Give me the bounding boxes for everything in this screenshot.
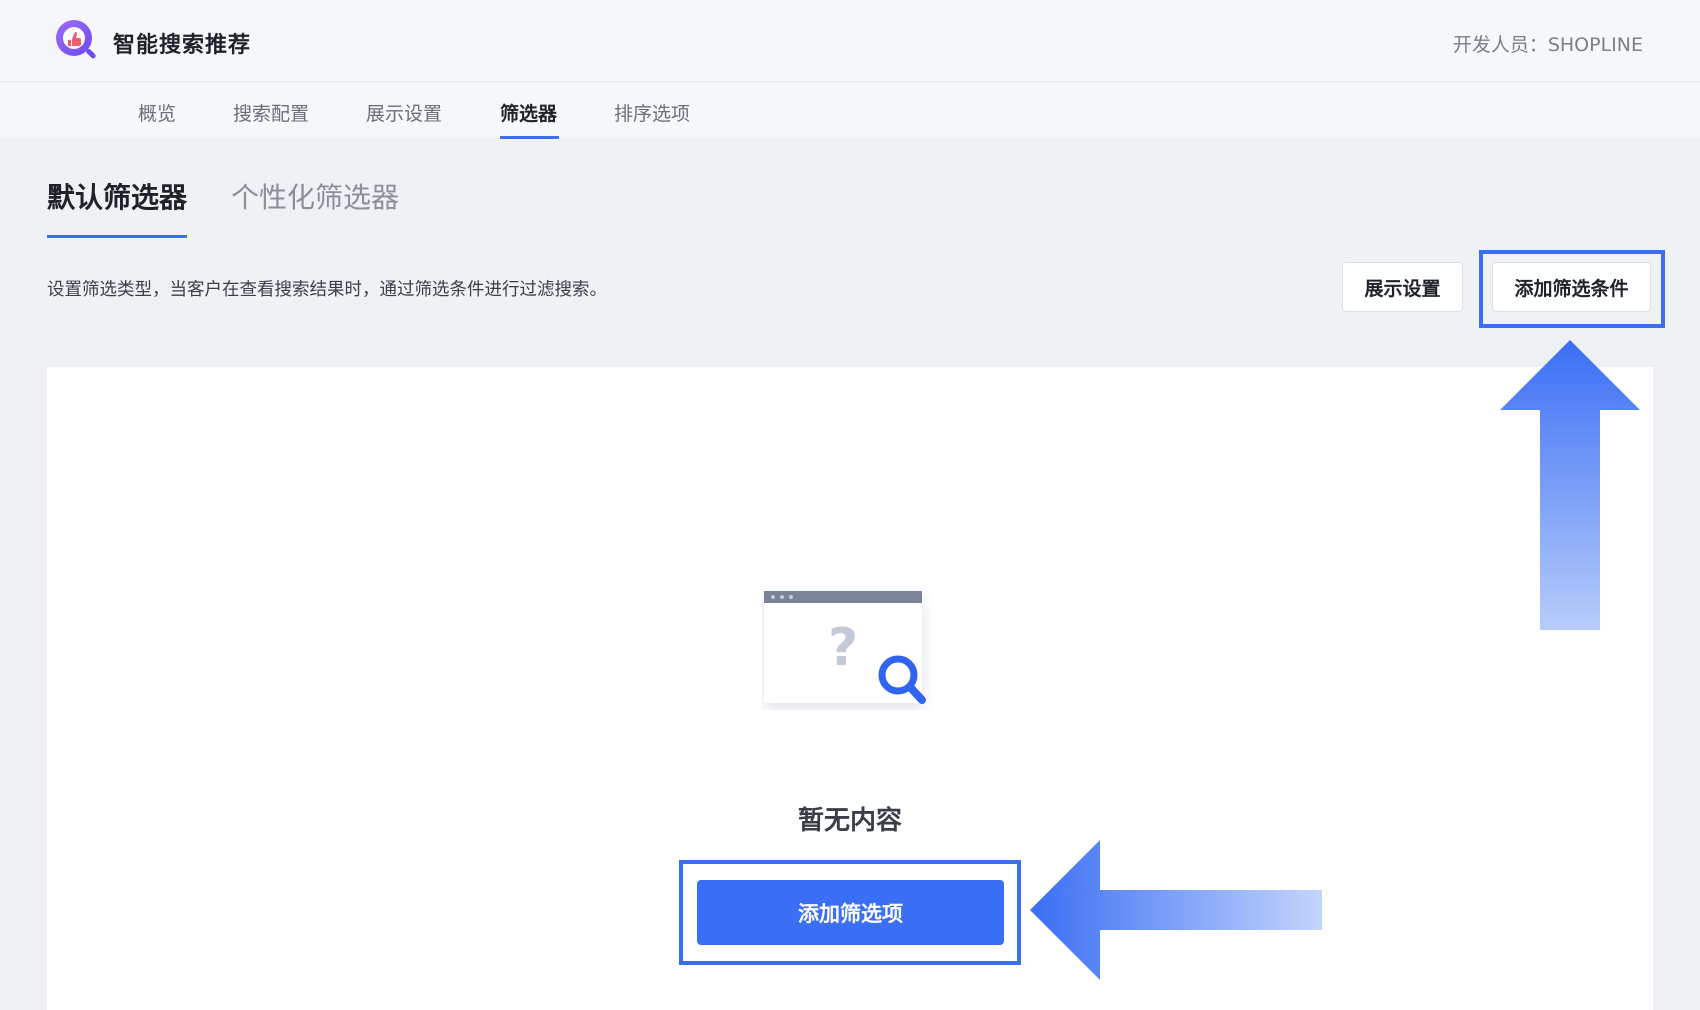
tab-sort-options[interactable]: 排序选项 xyxy=(614,99,690,126)
app-header: 智能搜索推荐 开发人员：SHOPLINE xyxy=(0,0,1700,82)
description-text: 设置筛选类型，当客户在查看搜索结果时，通过筛选条件进行过滤搜索。 xyxy=(47,280,607,300)
subtab-personalized-filters[interactable]: 个性化筛选器 xyxy=(231,176,399,216)
tab-display-settings[interactable]: 展示设置 xyxy=(366,99,442,126)
svg-text:?: ? xyxy=(828,618,858,678)
arrow-left-icon xyxy=(1030,840,1322,980)
app-title: 智能搜索推荐 xyxy=(113,33,252,58)
display-settings-button[interactable]: 展示设置 xyxy=(1342,262,1463,312)
question-search-icon: ? xyxy=(764,591,926,704)
developer-label: 开发人员：SHOPLINE xyxy=(1452,34,1643,56)
empty-state-text: 暂无内容 xyxy=(797,806,902,836)
app-logo-icon xyxy=(56,20,96,59)
nav-bar: 概览 搜索配置 展示设置 筛选器 排序选项 xyxy=(0,83,1700,139)
active-tab-indicator xyxy=(500,136,559,139)
tab-overview[interactable]: 概览 xyxy=(138,99,176,126)
tab-search-config[interactable]: 搜索配置 xyxy=(233,99,309,126)
highlight-frame-add-item xyxy=(679,860,1021,965)
arrow-up-icon xyxy=(1500,340,1640,630)
active-subtab-indicator xyxy=(47,235,187,238)
highlight-frame-add-condition xyxy=(1479,250,1665,328)
tab-filters[interactable]: 筛选器 xyxy=(500,99,557,126)
subtab-default-filters[interactable]: 默认筛选器 xyxy=(47,176,187,216)
